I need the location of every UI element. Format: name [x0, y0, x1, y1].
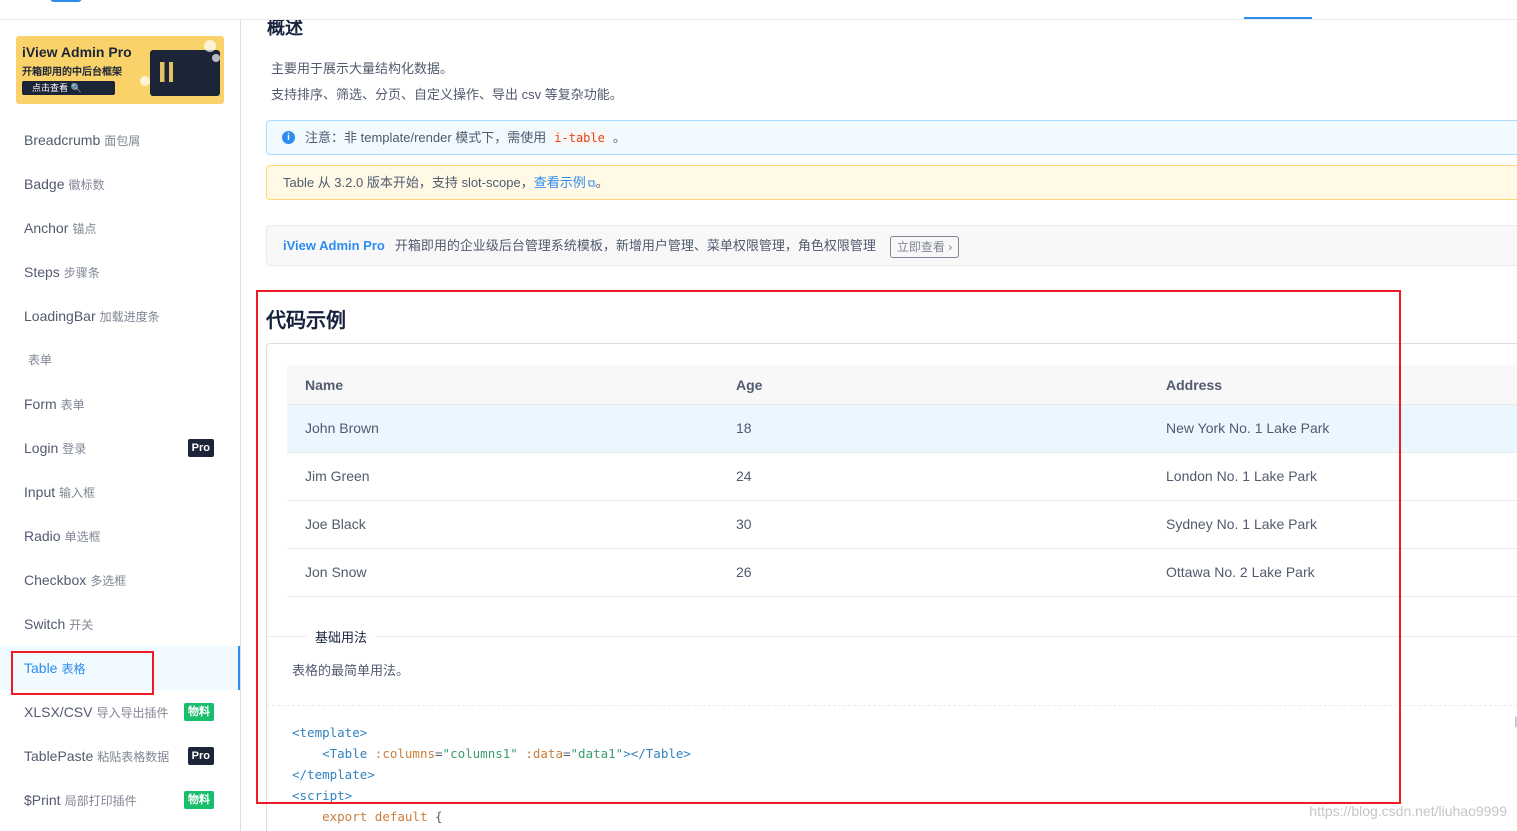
alert-text: 。 [612, 130, 626, 145]
pro-badge: Pro [187, 747, 214, 765]
overview-heading: 概述 [267, 20, 303, 38]
sidebar-item-label: TablePaste [24, 748, 94, 764]
alert-text: 。 [595, 175, 609, 190]
dashboard-illustration-icon [150, 50, 220, 96]
sidebar-item-label: Breadcrumb [24, 132, 101, 148]
alert-text: 注意：非 template/render 模式下，需使用 [305, 130, 547, 145]
view-example-link[interactable]: 查看示例 [534, 175, 586, 190]
sidebar: iView Admin Pro 开箱即用的中后台框架 点击查看 🔍 Breadc… [0, 20, 241, 831]
sidebar-group-label: 表单 [28, 353, 53, 367]
overview-description: 支持排序、筛选、分页、自定义操作、导出 csv 等复杂功能。 [271, 87, 623, 102]
active-top-tab-indicator [1244, 17, 1312, 19]
sidebar-item-label-zh: 面包屑 [104, 134, 141, 148]
sidebar-item-label: Anchor [24, 220, 69, 236]
sidebar-item-loadingbar[interactable]: LoadingBar 加载进度条 [0, 294, 240, 338]
promo-bar: iView Admin Pro 开箱即用的企业级后台管理系统模板，新增用户管理、菜… [266, 225, 1517, 266]
sidebar-item-label: Badge [24, 176, 65, 192]
sidebar-item-label-zh: 输入框 [59, 486, 96, 500]
sidebar-item-label: LoadingBar [24, 308, 96, 324]
sidebar-item-breadcrumb[interactable]: Breadcrumb 面包屑 [0, 118, 240, 162]
sidebar-item-label: Input [24, 484, 56, 500]
promo-text: 开箱即用的企业级后台管理系统模板，新增用户管理、菜单权限管理，角色权限管理 [394, 238, 876, 253]
sidebar-item-anchor[interactable]: Anchor 锚点 [0, 206, 240, 250]
annotation-highlight-box [11, 651, 154, 695]
info-icon: i [282, 131, 295, 144]
sidebar-item-label-zh: 导入导出插件 [96, 706, 169, 720]
banner-button[interactable]: 点击查看 🔍 [22, 81, 115, 95]
sidebar-item-label-zh: 单选框 [64, 530, 101, 544]
sidebar-item-label: Radio [24, 528, 61, 544]
sidebar-item-steps[interactable]: Steps 步骤条 [0, 250, 240, 294]
sidebar-item-label-zh: 步骤条 [63, 266, 100, 280]
sidebar-item-print[interactable]: $Print 局部打印插件 物料 [0, 778, 240, 822]
sidebar-menu: Breadcrumb 面包屑 Badge 徽标数 Anchor 锚点 Steps 步骤条… [0, 118, 240, 822]
sidebar-group-form: 表单 [0, 338, 240, 382]
banner-title: iView Admin Pro [22, 44, 132, 60]
sidebar-item-form[interactable]: Form 表单 [0, 382, 240, 426]
sidebar-item-label: Form [24, 396, 57, 412]
sidebar-item-label-zh: 锚点 [72, 222, 97, 236]
sidebar-item-label: Login [24, 440, 59, 456]
code-token: export default [322, 809, 428, 824]
bubble-icon [212, 54, 220, 62]
view-now-button[interactable]: 立即查看 › [889, 235, 960, 258]
sidebar-item-label-zh: 加载进度条 [99, 310, 160, 324]
warning-alert: Table 从 3.2.0 版本开始，支持 slot-scope，查看示例 ⧉。 [266, 165, 1517, 200]
pro-badge: Pro [187, 439, 214, 457]
sidebar-item-label-zh: 局部打印插件 [64, 794, 137, 808]
sidebar-item-input[interactable]: Input 输入框 [0, 470, 240, 514]
sidebar-item-tablepaste[interactable]: TablePaste 粘贴表格数据 Pro [0, 734, 240, 778]
sidebar-item-label-zh: 登录 [62, 442, 87, 456]
sidebar-item-label: Checkbox [24, 572, 87, 588]
sidebar-item-radio[interactable]: Radio 单选框 [0, 514, 240, 558]
banner-subtitle: 开箱即用的中后台框架 [22, 67, 122, 78]
sidebar-item-label-zh: 徽标数 [68, 178, 105, 192]
info-alert: i 注意：非 template/render 模式下，需使用 i-table。 [266, 120, 1517, 155]
sidebar-item-label: $Print [24, 792, 61, 808]
material-badge: 物料 [184, 703, 214, 721]
sidebar-item-label-zh: 多选框 [90, 574, 127, 588]
bubble-icon [204, 40, 216, 52]
logo[interactable] [50, 0, 82, 2]
overview-description: 主要用于展示大量结构化数据。 [271, 61, 454, 76]
sidebar-item-checkbox[interactable]: Checkbox 多选框 [0, 558, 240, 602]
sidebar-item-xlsx-csv[interactable]: XLSX/CSV 导入导出插件 物料 [0, 690, 240, 734]
sidebar-item-switch[interactable]: Switch 开关 [0, 602, 240, 646]
code-token: { [435, 809, 443, 824]
inline-code: i-table [550, 130, 609, 146]
promo-title[interactable]: iView Admin Pro [283, 238, 385, 253]
material-badge: 物料 [184, 791, 214, 809]
sidebar-item-label: XLSX/CSV [24, 704, 93, 720]
sidebar-item-login[interactable]: Login 登录 Pro [0, 426, 240, 470]
sidebar-item-label-zh: 开关 [69, 618, 94, 632]
sidebar-item-label: Steps [24, 264, 60, 280]
bubble-icon [140, 76, 150, 86]
sidebar-item-label-zh: 表单 [60, 398, 85, 412]
top-header [0, 0, 1517, 20]
watermark: https://blog.csdn.net/liuhao9999 [1309, 803, 1507, 819]
external-link-icon[interactable]: ⧉ [588, 178, 596, 190]
sidebar-item-badge[interactable]: Badge 徽标数 [0, 162, 240, 206]
alert-text: Table 从 3.2.0 版本开始，支持 slot-scope， [283, 175, 534, 190]
sidebar-item-label-zh: 粘贴表格数据 [97, 750, 170, 764]
annotation-highlight-box [256, 290, 1401, 804]
promo-banner[interactable]: iView Admin Pro 开箱即用的中后台框架 点击查看 🔍 [16, 36, 224, 104]
sidebar-item-label: Switch [24, 616, 66, 632]
